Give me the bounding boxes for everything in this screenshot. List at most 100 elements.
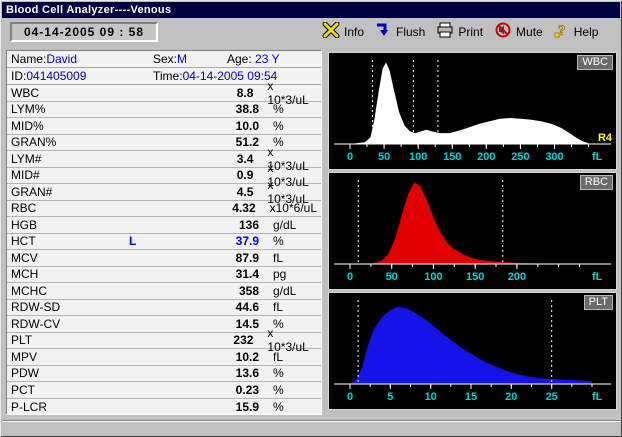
sample-id-value: 041405009 [26,69,86,83]
svg-text:10: 10 [425,391,437,403]
param-name: MCV [11,251,129,265]
rbc-curve: 050100150200fL [330,174,615,288]
svg-text:25: 25 [546,391,558,403]
param-value: 51.2 [157,135,259,149]
param-value: 3.4 [154,152,254,166]
param-name: LYM% [11,102,129,116]
param-name: MPV [11,350,129,364]
param-name: LYM# [11,152,126,166]
param-name: GRAN% [11,135,129,149]
svg-text:200: 200 [508,271,526,283]
info-button[interactable]: Info [322,22,364,43]
svg-text:50: 50 [378,151,390,163]
wbc-histogram: 050100150200250300fL WBC R4 [328,52,617,170]
print-button-label: Print [458,25,483,39]
print-icon [436,22,454,43]
wbc-curve: 050100150200250300fL [330,54,615,168]
param-name: MID# [11,168,126,182]
param-value: 10.2 [157,350,259,364]
param-value: 87.9 [157,251,259,265]
help-button-label: Help [574,25,599,39]
svg-text:0: 0 [347,151,353,163]
param-value: 31.4 [157,267,259,281]
svg-text:fL: fL [592,151,603,163]
param-name: PCT [11,383,129,397]
param-name: P-LCR [11,400,129,414]
result-row: PDW 13.6 % [7,366,321,383]
param-unit: % [259,119,284,133]
mute-button-label: Mute [516,25,543,39]
patient-age-label: Age: [227,52,252,66]
result-row: PLT 232 x 10*3/uL [7,333,321,350]
param-value: 13.6 [157,366,259,380]
param-value: 10.0 [157,119,259,133]
param-unit: g/dL [259,218,296,232]
param-value: 4.5 [154,185,254,199]
param-unit: pg [259,267,286,281]
param-unit: g/dL [259,284,296,298]
mute-icon [494,22,512,43]
datetime-text: 04-14-2005 09 : 58 [24,25,144,39]
param-name: GRAN# [11,185,126,199]
rbc-histogram: 050100150200fL RBC [328,172,617,290]
wbc-histogram-label: WBC [577,55,613,70]
param-unit: % [259,400,284,414]
result-row: HCT L 37.9 % [7,234,321,251]
param-name: MID% [11,119,129,133]
param-name: PDW [11,366,129,380]
help-button[interactable]: ? Help [554,22,599,43]
datetime-display: 04-14-2005 09 : 58 [10,22,158,42]
svg-text:fL: fL [592,391,603,403]
info-icon [322,22,340,43]
plt-histogram: 0510152025fL PLT [328,292,617,410]
result-row: MCHC 358 g/dL [7,283,321,300]
param-name: MCH [11,267,129,281]
param-name: WBC [11,86,126,100]
mute-button[interactable]: Mute [494,22,543,43]
param-value: 15.9 [157,400,259,414]
flush-button-label: Flush [396,25,425,39]
result-row: RBC 4.32 x10*6/uL [7,201,321,218]
param-name: PLT [11,333,126,347]
param-unit: % [259,234,284,248]
analyzer-window: Blood Cell Analyzer----Venous 04-14-2005… [0,0,622,437]
svg-text:300: 300 [545,151,563,163]
param-value: 37.9 [157,234,259,248]
param-value: 38.8 [157,102,259,116]
flush-button[interactable]: Flush [375,22,425,43]
param-value: 0.23 [157,383,259,397]
param-unit: fL [259,300,283,314]
patient-sex-label: Sex: [153,52,177,66]
print-button[interactable]: Print [436,22,483,43]
svg-text:250: 250 [511,151,529,163]
results-panel: Name:David Sex:M Age: 23 Y ID:041405009 … [6,50,322,415]
svg-text:20: 20 [505,391,517,403]
toolbar: Info Flush Print [322,19,598,45]
param-value: 136 [157,218,259,232]
sample-id-label: ID: [11,69,26,83]
param-unit: x10*6/uL [256,201,317,215]
patient-sex-value: M [177,52,187,66]
result-row: MCV 87.9 fL [7,250,321,267]
result-row: RDW-SD 44.6 fL [7,300,321,317]
param-value: 232 [154,333,254,347]
svg-text:150: 150 [443,151,461,163]
result-row: MPV 10.2 fL [7,349,321,366]
param-name: HCT [11,234,129,248]
svg-text:fL: fL [592,271,603,283]
svg-text:0: 0 [347,391,353,403]
param-unit: fL [259,350,283,364]
param-name: RDW-SD [11,300,129,314]
param-unit: % [259,383,284,397]
svg-text:150: 150 [466,271,484,283]
svg-text:100: 100 [409,151,427,163]
patient-age-value: 23 Y [255,52,279,66]
param-value: 4.32 [155,201,256,215]
svg-text:100: 100 [424,271,442,283]
svg-text:15: 15 [465,391,477,403]
result-row: MCH 31.4 pg [7,267,321,284]
svg-text:0: 0 [347,271,353,283]
wbc-region-label: R4 [598,132,612,144]
param-flag: L [129,234,157,248]
result-row: GRAN# 4.5 x 10*3/uL [7,184,321,201]
